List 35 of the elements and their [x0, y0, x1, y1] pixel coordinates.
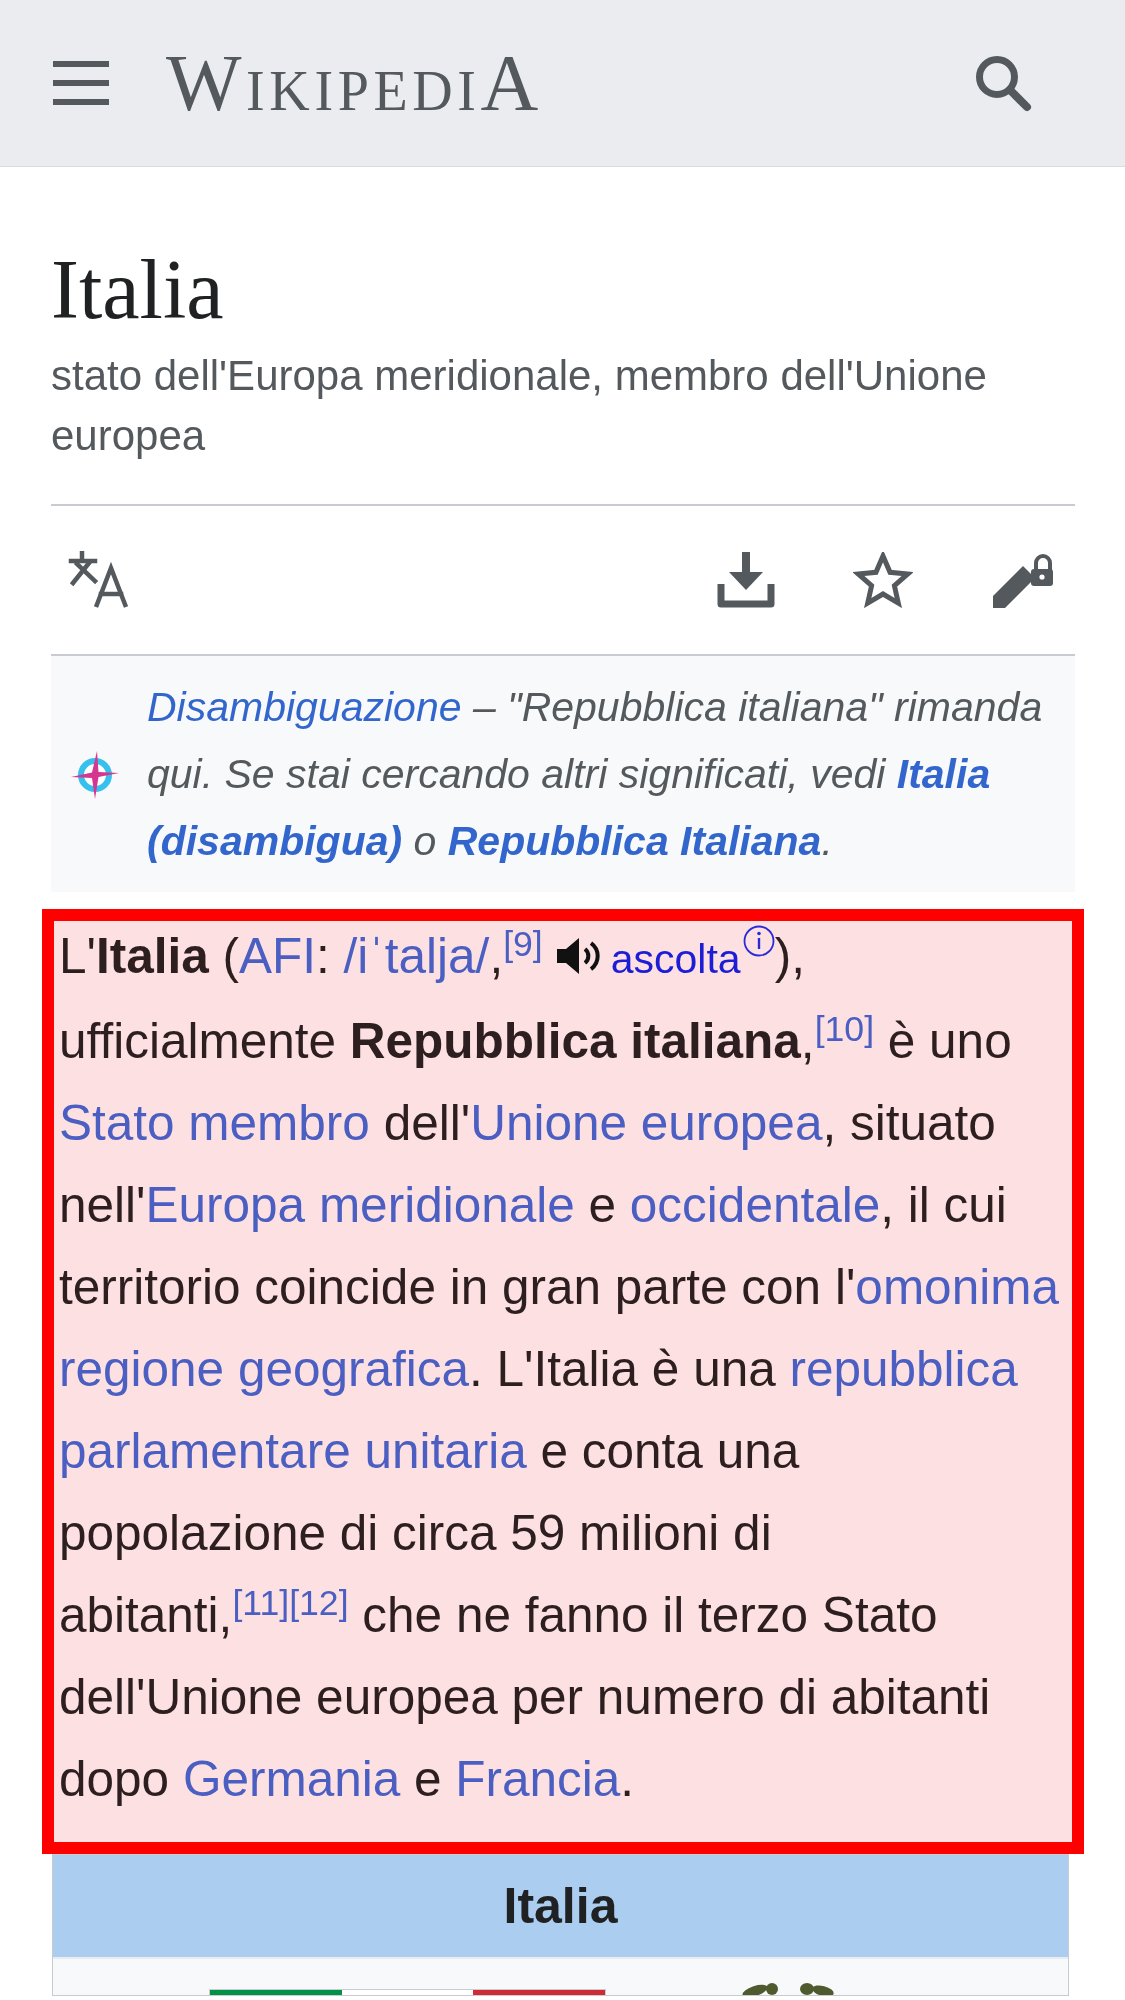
audio-link[interactable]: ascolta [610, 936, 741, 982]
inline-link[interactable]: repubblica [789, 1341, 1018, 1396]
lead-paragraph: L'Italia (AFI: /iˈtalja/,$^{[9]}$ ascolta ), ufficialmente Repubblica italiana,$^{[10]}$ è uno Stato membro dell'Unione europea, situato nell'Europa meridionale e occidentale, il cui territorio coincide in gran parte con l'omonima regione geografica. L'Italia è una repubblica parlamentare unitaria e conta una popolazione di circa 59 milioni di abitanti,$^{[11]}$$^{[12]}$ che ne fanno il terzo Stato dell'Unione europea per numero di abitanti dopo Germania e Francia. [59, 922, 1060, 1808]
inline-link[interactable]: Europa meridionale [145, 1177, 575, 1232]
reference-link[interactable]: [12] [289, 1582, 349, 1623]
inline-link[interactable]: Disambiguazione [147, 684, 462, 730]
info-icon[interactable] [742, 925, 775, 957]
menu-icon[interactable] [53, 61, 109, 105]
inline-link[interactable]: regione geografica [59, 1341, 470, 1396]
inline-link[interactable]: Repubblica Italiana [447, 818, 822, 864]
inline-link[interactable]: AFI [239, 928, 317, 983]
inline-link[interactable]: (disambigua) [147, 818, 403, 864]
hatnote-text: Disambiguazione – "Repubblica italiana" rimanda qui. Se stai cercando altri significati, vedi Italia (disambigua) o Repubblica Italiana. [147, 683, 1044, 866]
translate-icon[interactable] [68, 551, 130, 609]
inline-link[interactable]: Stato membro [59, 1095, 370, 1150]
reference-link[interactable]: [10] [814, 1008, 875, 1049]
inline-link[interactable]: parlamentare unitaria [59, 1423, 527, 1478]
page-description: stato dell'Europa meridionale, membro dell'Unione europea [51, 351, 988, 461]
inline-link[interactable]: occidentale [629, 1177, 881, 1232]
inline-link[interactable]: Germania [182, 1751, 401, 1806]
site-logo[interactable]: WikipediA [166, 43, 543, 123]
search-icon[interactable] [975, 54, 1032, 112]
reference-link[interactable]: [9] [503, 923, 543, 964]
inline-link[interactable]: Italia [896, 751, 991, 797]
compass-rose-icon [71, 750, 119, 799]
reference-link[interactable]: [11] [232, 1582, 290, 1623]
page-title: Italia [51, 242, 225, 338]
inline-link[interactable]: Unione europea [470, 1095, 823, 1150]
star-icon[interactable] [853, 552, 913, 608]
speaker-icon[interactable] [556, 938, 601, 974]
download-icon[interactable] [717, 552, 775, 608]
inline-link[interactable]: omonima [855, 1259, 1059, 1314]
inline-link[interactable]: /iˈtalja/ [343, 928, 490, 983]
inline-link[interactable]: Francia [455, 1751, 621, 1806]
infobox-title: Italia [53, 1855, 1068, 1957]
